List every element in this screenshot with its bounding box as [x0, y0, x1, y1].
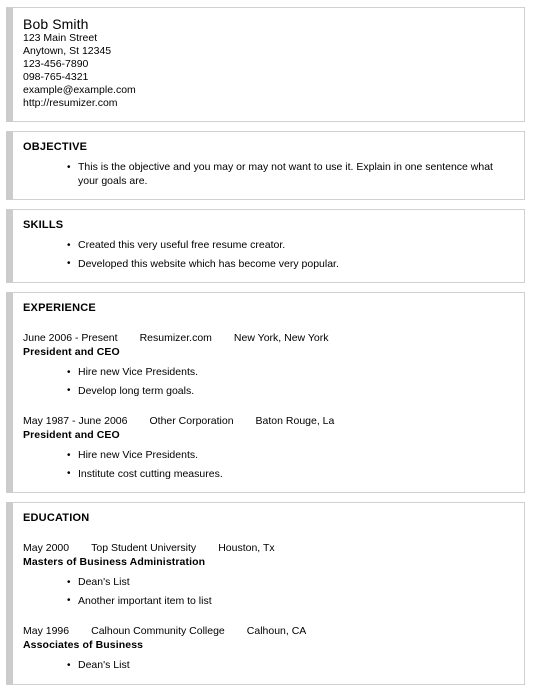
education-entry-meta: May 1996 Calhoun Community College Calhoun… [23, 624, 514, 638]
education-heading: EDUCATION [23, 512, 90, 524]
objective-section-body: OBJECTIVE This is the objective and you … [13, 132, 524, 199]
education-section-body: EDUCATION May 2000 Top Student University… [13, 503, 524, 684]
objective-bullet-list: This is the objective and you may or may… [23, 161, 514, 188]
education-entry-meta: May 2000 Top Student University Houston, T… [23, 541, 514, 555]
objective-heading: OBJECTIVE [23, 141, 88, 153]
education-entry-title: Masters of Business Administration [23, 556, 206, 568]
experience-entry-bullet-list: Hire new Vice Presidents. Institute cost… [23, 449, 514, 481]
experience-entry-organization: Other Corporation [149, 415, 234, 427]
experience-heading: EXPERIENCE [23, 302, 96, 314]
objective-section: OBJECTIVE This is the objective and you … [6, 131, 525, 200]
resume-document: Bob Smith 123 Main Street Anytown, St 12… [0, 0, 535, 685]
skills-heading: SKILLS [23, 219, 64, 231]
skills-section: SKILLS Created this very useful free res… [6, 209, 525, 283]
candidate-name: Bob Smith [23, 16, 89, 32]
experience-entry: June 2006 - Present Resumizer.com New York… [23, 331, 514, 398]
experience-entry-location: New York, New York [233, 332, 329, 344]
experience-entry-title: President and CEO [23, 346, 120, 358]
education-entry-dates: May 1996 [23, 625, 70, 637]
experience-entry-organization: Resumizer.com [139, 332, 212, 344]
education-entry-location: Houston, Tx [218, 542, 275, 554]
list-item: Dean's List [67, 576, 514, 590]
skills-section-body: SKILLS Created this very useful free res… [13, 210, 524, 282]
experience-entry-location: Baton Rouge, La [255, 415, 335, 427]
list-item: Institute cost cutting measures. [67, 467, 514, 482]
header-section: Bob Smith 123 Main Street Anytown, St 12… [6, 7, 525, 122]
list-item: Hire new Vice Presidents. [67, 449, 514, 463]
experience-entry-dates: May 1987 - June 2006 [23, 415, 128, 427]
list-item: Developed this website which has become … [67, 257, 514, 272]
list-item: Created this very useful free resume cre… [67, 239, 514, 253]
education-entry-title: Associates of Business [23, 639, 144, 651]
list-item: Develop long term goals. [67, 384, 514, 399]
contact-line-phone-primary: 123-456-7890 [23, 58, 89, 70]
contact-line-street: 123 Main Street [23, 32, 98, 44]
contact-line-city-state-zip: Anytown, St 12345 [23, 45, 112, 57]
list-item: Dean's List [67, 659, 514, 673]
list-item: Another important item to list [67, 594, 514, 609]
contact-line-phone-secondary: 098-765-4321 [23, 71, 89, 83]
education-entry-bullet-list: Dean's List [23, 659, 514, 673]
experience-entry: May 1987 - June 2006 Other Corporation Bat… [23, 414, 514, 481]
education-entry: May 2000 Top Student University Houston, T… [23, 541, 514, 608]
contact-line-website: http://resumizer.com [23, 97, 118, 109]
list-item: This is the objective and you may or may… [67, 161, 514, 188]
experience-entry-dates: June 2006 - Present [23, 332, 118, 344]
experience-entry-meta: May 1987 - June 2006 Other Corporation Bat… [23, 414, 514, 428]
experience-entry-meta: June 2006 - Present Resumizer.com New York… [23, 331, 514, 345]
education-entry: May 1996 Calhoun Community College Calhoun… [23, 624, 514, 673]
education-entry-bullet-list: Dean's List Another important item to li… [23, 576, 514, 608]
experience-entry-title: President and CEO [23, 429, 120, 441]
experience-section-body: EXPERIENCE June 2006 - Present Resumizer.… [13, 293, 524, 492]
education-entry-dates: May 2000 [23, 542, 70, 554]
header-section-body: Bob Smith 123 Main Street Anytown, St 12… [13, 8, 524, 121]
contact-line-email: example@example.com [23, 84, 136, 96]
education-entry-organization: Calhoun Community College [91, 625, 225, 637]
experience-section: EXPERIENCE June 2006 - Present Resumizer.… [6, 292, 525, 493]
list-item: Hire new Vice Presidents. [67, 366, 514, 380]
education-entry-location: Calhoun, CA [246, 625, 307, 637]
skills-bullet-list: Created this very useful free resume cre… [23, 239, 514, 271]
education-section: EDUCATION May 2000 Top Student University… [6, 502, 525, 685]
experience-entry-bullet-list: Hire new Vice Presidents. Develop long t… [23, 366, 514, 398]
education-entry-organization: Top Student University [91, 542, 197, 554]
